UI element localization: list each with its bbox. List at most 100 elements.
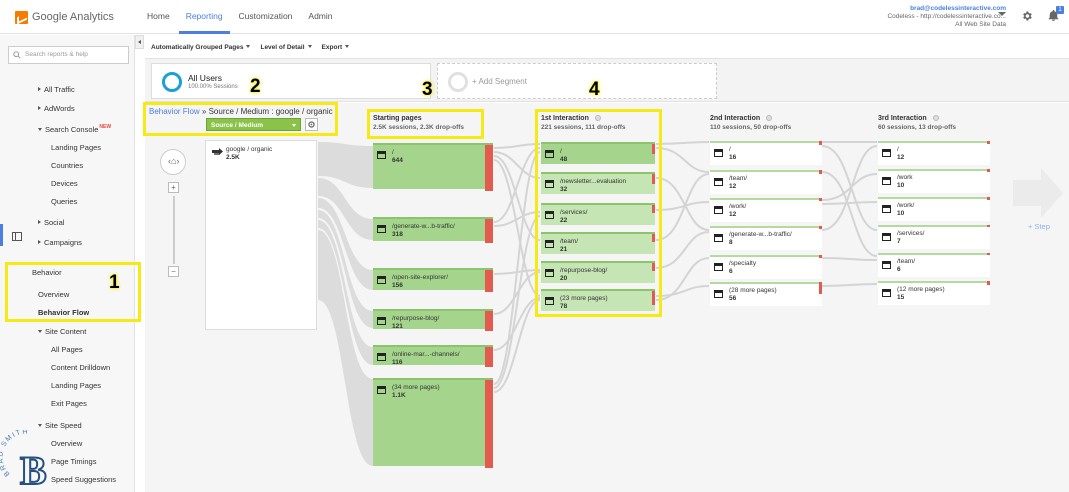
page-icon	[882, 233, 891, 241]
ga-logo[interactable]: Google Analytics	[15, 9, 114, 25]
sidebar-item-exit-pages[interactable]: Exit Pages	[51, 399, 87, 408]
sidebar-item-speed-overview[interactable]: Overview	[51, 439, 82, 448]
chevron-down-icon[interactable]	[998, 12, 1006, 16]
starting-node-3[interactable]: /open-site-explorer/ 156	[373, 268, 493, 292]
sidebar-collapse-button[interactable]	[135, 35, 144, 49]
sidebar-item-site-speed[interactable]: Site Speed	[38, 421, 82, 430]
node-label: /	[897, 146, 899, 153]
export-dropdown[interactable]: Export	[322, 44, 350, 51]
sidebar-item-social[interactable]: Social	[38, 218, 64, 227]
second-node-5[interactable]: /specialty 6	[710, 255, 822, 279]
sidebar-item-search-console[interactable]: Search ConsoleNEW	[38, 124, 111, 134]
starting-node-4[interactable]: /repurpose-blog/ 121	[373, 309, 493, 331]
column-stats: 60 sessions, 13 drop-offs	[878, 124, 957, 131]
source-node[interactable]: google / organic 2.5K	[205, 140, 317, 330]
node-count: 1.1K	[392, 392, 406, 399]
annotation-box-2	[143, 102, 338, 136]
node-label: /team/	[897, 258, 916, 265]
sidebar-item-campaigns[interactable]: Campaigns	[38, 238, 82, 247]
nav-home[interactable]: Home	[140, 0, 177, 34]
node-count: 15	[897, 294, 905, 301]
second-node-1[interactable]: / 16	[710, 141, 822, 165]
add-segment-button[interactable]: + Add Segment	[437, 63, 717, 99]
node-count: 116	[392, 359, 403, 366]
sidebar-item-content-drilldown[interactable]: Content Drilldown	[51, 363, 110, 372]
pan-control[interactable]: ‹⌂›	[160, 149, 186, 175]
zoom-slider-track[interactable]	[173, 196, 175, 264]
sidebar-item-devices[interactable]: Devices	[51, 179, 78, 188]
sidebar-item-all-pages[interactable]: All Pages	[51, 345, 83, 354]
third-node-5[interactable]: /team/ 6	[878, 253, 990, 277]
starting-node-1[interactable]: / 644	[373, 143, 493, 191]
sidebar-item-site-content[interactable]: Site Content	[38, 327, 86, 336]
sidebar-item-countries[interactable]: Countries	[51, 161, 83, 170]
nav-customization[interactable]: Customization	[232, 0, 300, 34]
node-label: /generate-w...b-traffic/	[729, 231, 792, 238]
third-node-3[interactable]: /work/ 10	[878, 197, 990, 221]
sidebar-item-queries[interactable]: Queries	[51, 197, 77, 206]
nav-reporting[interactable]: Reporting	[178, 0, 230, 34]
search-input[interactable]: Search reports & help	[8, 46, 129, 64]
page-icon	[882, 177, 891, 185]
sidebar-item-landing-pages[interactable]: Landing Pages	[51, 143, 101, 152]
account-selector[interactable]: brad@codelessinteractive.com Codeless - …	[887, 5, 1006, 29]
node-label: /	[392, 149, 394, 156]
sidebar-item-label: Search Console	[45, 125, 99, 134]
page-icon	[882, 261, 891, 269]
account-email: brad@codelessinteractive.com	[910, 5, 1006, 12]
segment-all-users[interactable]: All Users 100.00% Sessions	[151, 63, 431, 99]
level-of-detail-dropdown[interactable]: Level of Detail	[260, 44, 311, 51]
triangle-right-icon	[38, 240, 41, 244]
second-node-3[interactable]: /work/ 12	[710, 198, 822, 222]
gear-icon[interactable]	[1021, 10, 1033, 22]
annotation-box-4	[535, 109, 662, 317]
brad-smith-logo: BRAD SMITH B	[0, 430, 48, 492]
page-icon	[377, 276, 386, 284]
grouped-pages-dropdown[interactable]: Automatically Grouped Pages	[151, 44, 250, 51]
third-node-6[interactable]: (12 more pages) 15	[878, 281, 990, 305]
logo-text: Google Analytics	[32, 11, 114, 23]
node-label: (28 more pages)	[729, 287, 777, 294]
sidebar-item-adwords[interactable]: AdWords	[38, 104, 75, 113]
sidebar-item-label: Campaigns	[44, 238, 82, 247]
nav-admin[interactable]: Admin	[301, 0, 339, 34]
app-window: Google Analytics Home Reporting Customiz…	[0, 0, 1069, 492]
segment-name: All Users	[188, 73, 223, 83]
zoom-in-button[interactable]: +	[168, 182, 179, 193]
zoom-out-button[interactable]: −	[168, 266, 179, 277]
dropoff-bar	[819, 198, 822, 201]
annotation-number-3: 3	[422, 79, 433, 100]
page-icon	[714, 234, 723, 242]
node-count: 7	[897, 238, 901, 245]
dropoff-bar	[485, 347, 493, 367]
column-title: 2nd Interaction	[710, 115, 761, 122]
column-stats: 110 sessions, 50 drop-offs	[710, 124, 792, 131]
page-icon	[882, 289, 891, 297]
second-node-4[interactable]: /generate-w...b-traffic/ 8	[710, 226, 822, 250]
second-node-2[interactable]: /team/ 12	[710, 170, 822, 194]
starting-node-2[interactable]: /generate-w...b-traffic/ 318	[373, 217, 493, 243]
column-options-icon[interactable]	[766, 115, 773, 121]
sidebar-item-page-timings[interactable]: Page Timings	[51, 457, 96, 466]
column-title: 3rd Interaction	[878, 115, 927, 122]
column-options-icon[interactable]	[932, 115, 939, 121]
third-node-2[interactable]: /work 10	[878, 169, 990, 193]
dropoff-bar	[485, 219, 493, 243]
add-step-link[interactable]: + Step	[1028, 222, 1050, 231]
sidebar-item-speed-suggestions[interactable]: Speed Suggestions	[51, 475, 116, 484]
third-node-1[interactable]: / 12	[878, 141, 990, 165]
next-step-arrow-icon[interactable]	[1013, 168, 1063, 218]
third-node-4[interactable]: /services/ 7	[878, 225, 990, 249]
starting-node-5[interactable]: /online-mar...-channels/ 116	[373, 345, 493, 367]
second-node-6[interactable]: (28 more pages) 56	[710, 282, 822, 306]
starting-node-6[interactable]: (34 more pages) 1.1K	[373, 378, 493, 468]
node-label: /online-mar...-channels/	[392, 351, 460, 358]
triangle-right-icon	[38, 220, 41, 224]
node-label: /repurpose-blog/	[392, 315, 440, 322]
node-count: 56	[729, 295, 737, 302]
dropoff-bar	[819, 226, 822, 229]
sidebar-item-landing-pages-2[interactable]: Landing Pages	[51, 381, 101, 390]
segment-bar: All Users 100.00% Sessions + Add Segment	[145, 58, 1069, 102]
dropoff-bar	[485, 311, 493, 331]
sidebar-item-all-traffic[interactable]: All Traffic	[38, 85, 75, 94]
